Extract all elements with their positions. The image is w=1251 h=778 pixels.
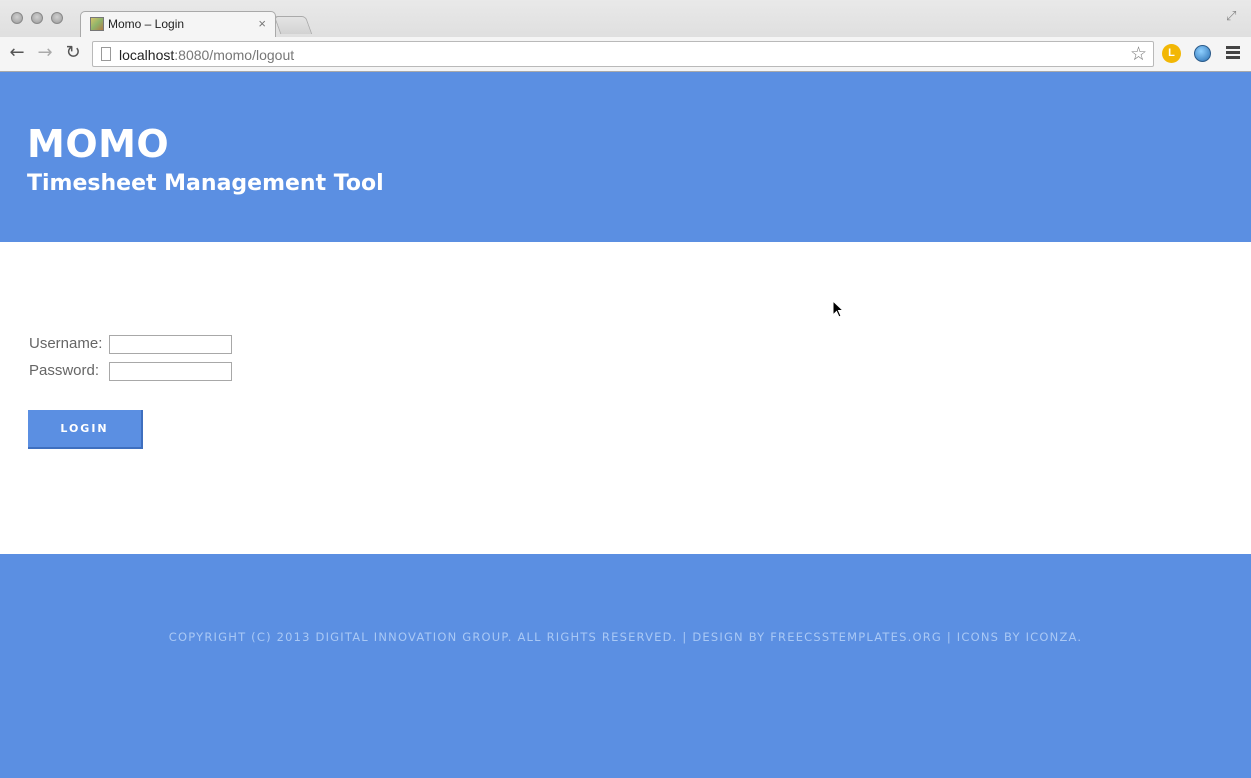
favicon-icon xyxy=(90,17,104,31)
menu-icon[interactable] xyxy=(1226,46,1240,61)
reload-icon[interactable]: ↻ xyxy=(62,42,84,64)
login-section: Username: Password: LOGIN xyxy=(0,242,1251,554)
page-icon xyxy=(101,47,111,61)
fullscreen-icon[interactable]: ⤢ xyxy=(1226,9,1236,24)
browser-chrome: Momo – Login × ⤢ ← → ↻ localhost:8080/mo… xyxy=(0,0,1251,72)
browser-tab[interactable]: Momo – Login × xyxy=(80,11,276,37)
back-icon[interactable]: ← xyxy=(6,42,28,64)
tab-title: Momo – Login xyxy=(108,17,185,31)
forward-icon[interactable]: → xyxy=(34,42,56,64)
tab-close-icon[interactable]: × xyxy=(258,16,266,31)
address-bar[interactable]: localhost:8080/momo/logout ☆ xyxy=(92,41,1154,67)
password-input[interactable] xyxy=(109,362,232,381)
site-subtitle: Timesheet Management Tool xyxy=(27,171,384,196)
browser-toolbar: ← → ↻ localhost:8080/momo/logout ☆ xyxy=(0,37,1251,71)
close-window-button[interactable] xyxy=(11,12,23,24)
page-footer: COPYRIGHT (C) 2013 DIGITAL INNOVATION GR… xyxy=(0,554,1251,778)
new-tab-button[interactable] xyxy=(273,16,313,34)
bookmark-star-icon[interactable]: ☆ xyxy=(1130,43,1147,65)
url-host: localhost xyxy=(119,47,175,63)
url-path: :8080/momo/logout xyxy=(174,47,295,63)
extension-l-icon[interactable]: L xyxy=(1162,44,1181,63)
minimize-window-button[interactable] xyxy=(31,12,43,24)
username-label: Username: xyxy=(29,335,103,352)
login-button[interactable]: LOGIN xyxy=(28,410,143,449)
globe-icon[interactable] xyxy=(1194,45,1211,62)
url-text[interactable]: localhost:8080/momo/logout xyxy=(119,47,294,63)
password-label: Password: xyxy=(29,362,100,379)
username-input[interactable] xyxy=(109,335,232,354)
copyright-text: COPYRIGHT (C) 2013 DIGITAL INNOVATION GR… xyxy=(168,630,1083,644)
page-header: MOMO Timesheet Management Tool xyxy=(0,72,1251,242)
zoom-window-button[interactable] xyxy=(51,12,63,24)
site-title: MOMO xyxy=(27,122,170,166)
